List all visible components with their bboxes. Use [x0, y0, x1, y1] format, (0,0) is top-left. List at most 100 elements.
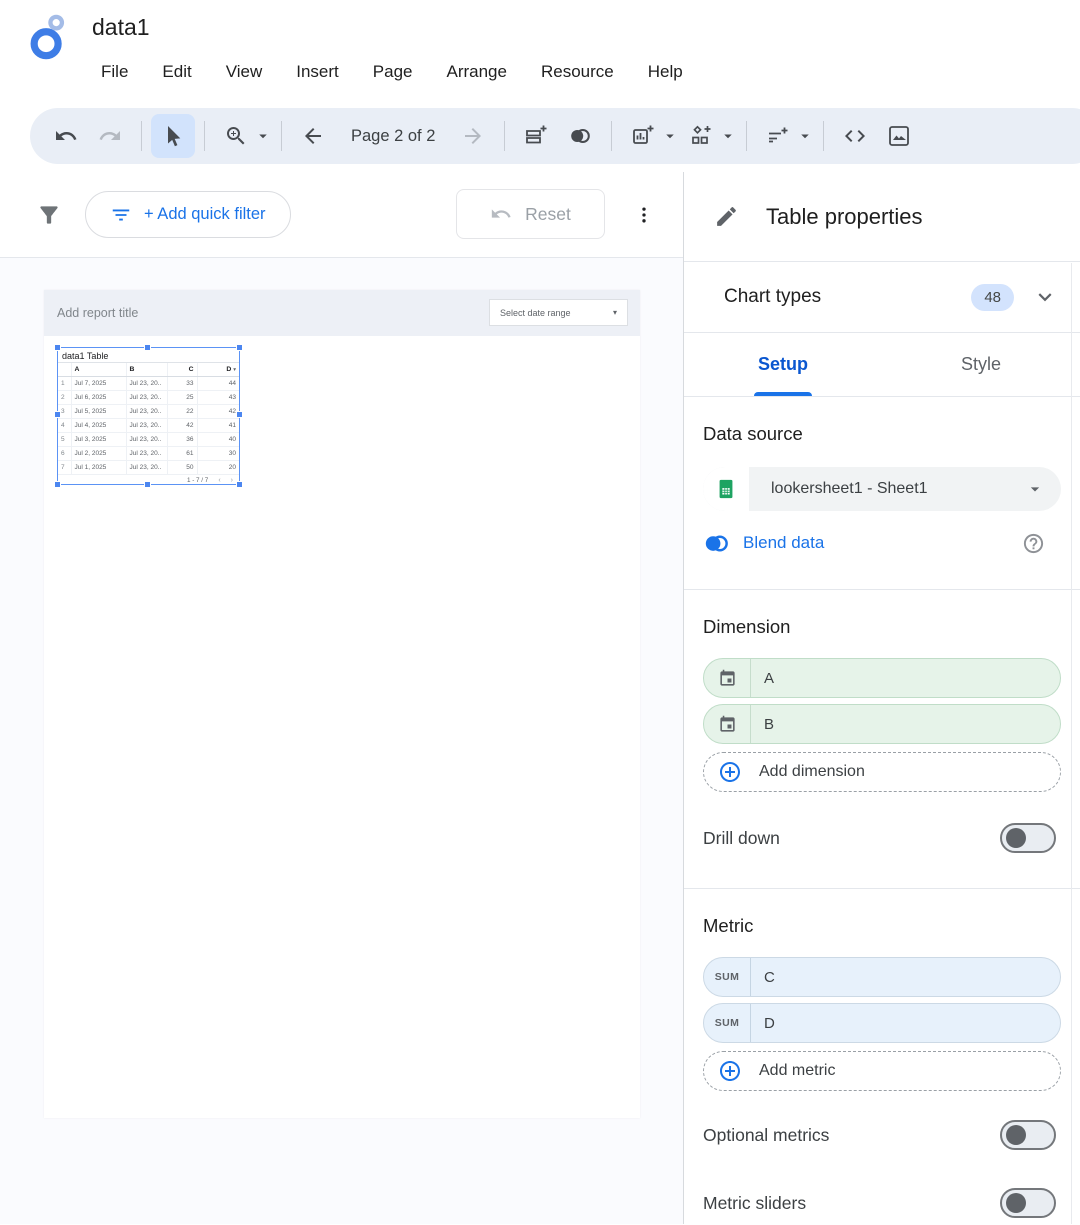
report-page[interactable]: Add report title Select date range ▾ dat… — [44, 290, 640, 1118]
report-title-placeholder[interactable]: Add report title — [57, 306, 138, 320]
toolbar-divider — [611, 121, 612, 151]
dimension-field-name: B — [764, 716, 774, 733]
blend-data-link[interactable]: Blend data — [743, 533, 824, 553]
add-data-button[interactable] — [514, 114, 558, 158]
date-range-control[interactable]: Select date range ▾ — [489, 299, 628, 326]
tab-setup[interactable]: Setup — [684, 333, 882, 396]
resize-handle-bottom-left[interactable] — [54, 481, 61, 488]
resize-handle-top-right[interactable] — [236, 344, 243, 351]
table-chart-widget[interactable]: data1 Table A B C D ▾ 1Jul 7, 2025Jul 23… — [57, 347, 240, 485]
toolbar-divider — [823, 121, 824, 151]
add-chart-caret-icon[interactable] — [661, 127, 679, 145]
resize-handle-left[interactable] — [54, 411, 61, 418]
table-chart: A B C D ▾ 1Jul 7, 2025Jul 23, 20..3344 2… — [58, 363, 239, 475]
zoom-dropdown-caret-icon[interactable] — [254, 127, 272, 145]
blend-data-button[interactable] — [558, 114, 602, 158]
metric-sliders-label: Metric sliders — [703, 1193, 806, 1214]
resize-handle-bottom[interactable] — [144, 481, 151, 488]
panel-scrollbar[interactable] — [1071, 263, 1072, 1224]
undo-button[interactable] — [44, 114, 88, 158]
menu-help[interactable]: Help — [631, 56, 700, 88]
embed-button[interactable] — [833, 114, 877, 158]
metric-sliders-toggle[interactable] — [1000, 1188, 1056, 1218]
resize-handle-bottom-right[interactable] — [236, 481, 243, 488]
resize-handle-top[interactable] — [144, 344, 151, 351]
column-header-a[interactable]: A — [71, 363, 126, 376]
dimension-chip-b[interactable]: B — [703, 704, 1061, 744]
column-header-d[interactable]: D ▾ — [197, 363, 239, 376]
add-metric-button[interactable]: Add metric — [703, 1051, 1061, 1091]
menu-file[interactable]: File — [84, 56, 145, 88]
toolbar-divider — [746, 121, 747, 151]
resize-handle-right[interactable] — [236, 411, 243, 418]
dimension-field-name: A — [764, 670, 774, 687]
optional-metrics-toggle[interactable] — [1000, 1120, 1056, 1150]
date-range-label: Select date range — [500, 308, 571, 318]
section-divider — [684, 888, 1080, 889]
app-header: data1 File Edit View Insert Page Arrange… — [0, 0, 1080, 100]
chart-types-count-badge: 48 — [971, 284, 1014, 311]
add-control-caret-icon[interactable] — [796, 127, 814, 145]
menu-insert[interactable]: Insert — [279, 56, 356, 88]
dimension-chip-a[interactable]: A — [703, 658, 1061, 698]
drill-down-label: Drill down — [703, 828, 780, 849]
reset-button[interactable]: Reset — [456, 189, 605, 239]
blend-icon — [568, 124, 592, 148]
pagination-next-icon[interactable]: › — [231, 477, 233, 484]
row-number-header — [58, 363, 71, 376]
insert-image-button[interactable] — [877, 114, 921, 158]
menu-resource[interactable]: Resource — [524, 56, 631, 88]
tab-style[interactable]: Style — [882, 333, 1080, 396]
filter-funnel-icon — [36, 202, 62, 228]
help-icon[interactable] — [1022, 532, 1045, 555]
table-header-row: A B C D ▾ — [58, 363, 239, 376]
column-header-b[interactable]: B — [126, 363, 167, 376]
menu-page[interactable]: Page — [356, 56, 430, 88]
redo-button[interactable] — [88, 114, 132, 158]
pagination-prev-icon[interactable]: ‹ — [218, 477, 220, 484]
data-source-name: lookersheet1 - Sheet1 — [771, 480, 928, 498]
redo-icon — [98, 124, 122, 148]
blend-data-icon[interactable] — [703, 530, 730, 557]
data-source-heading: Data source — [703, 423, 1080, 445]
dropdown-caret-icon[interactable] — [1025, 479, 1045, 499]
metric-heading: Metric — [703, 915, 1080, 937]
drill-down-toggle[interactable] — [1000, 823, 1056, 853]
add-control-icon — [766, 124, 790, 148]
chart-types-expander[interactable]: Chart types 48 — [684, 262, 1080, 333]
zoom-tool-button[interactable] — [214, 114, 258, 158]
looker-studio-logo[interactable] — [26, 12, 72, 62]
community-viz-caret-icon[interactable] — [719, 127, 737, 145]
add-control-button[interactable] — [756, 114, 800, 158]
add-data-icon — [524, 124, 548, 148]
report-name[interactable]: data1 — [92, 14, 150, 41]
report-canvas[interactable]: Add report title Select date range ▾ dat… — [0, 258, 684, 1224]
add-chart-icon — [631, 124, 655, 148]
previous-page-button[interactable] — [291, 114, 335, 158]
quick-filter-bar: + Add quick filter Reset — [0, 172, 684, 258]
data-source-icon-box — [703, 467, 749, 511]
column-header-c[interactable]: C — [167, 363, 197, 376]
community-visualizations-button[interactable] — [679, 114, 723, 158]
zoom-in-icon — [224, 124, 248, 148]
arrow-right-icon — [461, 124, 485, 148]
add-dimension-button[interactable]: Add dimension — [703, 752, 1061, 792]
next-page-button[interactable] — [451, 114, 495, 158]
add-chart-button[interactable] — [621, 114, 665, 158]
menu-edit[interactable]: Edit — [145, 56, 208, 88]
metric-chip-d[interactable]: SUM D — [703, 1003, 1061, 1043]
chevron-down-icon[interactable] — [1032, 284, 1058, 310]
reset-label: Reset — [525, 204, 571, 225]
metric-sliders-row: Metric sliders — [703, 1181, 1056, 1225]
more-options-button[interactable] — [630, 195, 658, 235]
data-source-selector[interactable]: lookersheet1 - Sheet1 — [703, 467, 1061, 511]
metric-chip-c[interactable]: SUM C — [703, 957, 1061, 997]
select-tool-button[interactable] — [151, 114, 195, 158]
menu-view[interactable]: View — [209, 56, 280, 88]
resize-handle-top-left[interactable] — [54, 344, 61, 351]
toolbar-divider — [204, 121, 205, 151]
reset-undo-icon — [490, 203, 512, 225]
add-quick-filter-button[interactable]: + Add quick filter — [85, 191, 291, 238]
add-circle-icon — [718, 760, 742, 784]
menu-arrange[interactable]: Arrange — [429, 56, 523, 88]
